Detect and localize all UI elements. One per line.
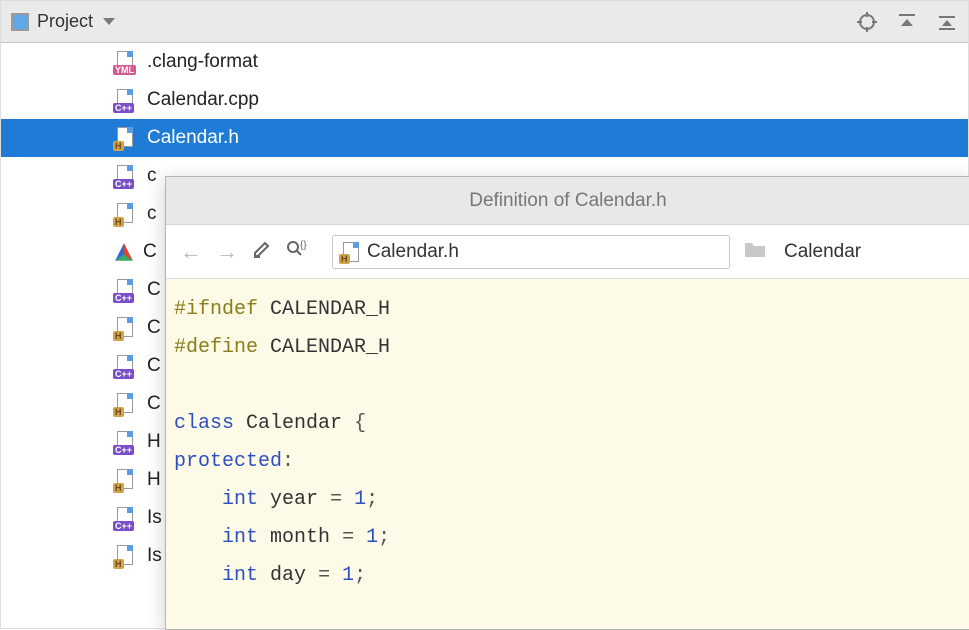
folder-icon: [744, 240, 766, 263]
file-name-label: C: [147, 393, 161, 415]
file-item[interactable]: C++ Calendar.cpp: [1, 81, 968, 119]
h-file-icon: H: [113, 203, 139, 225]
file-item[interactable]: H Calendar.h: [1, 119, 968, 157]
file-name-label: C: [147, 355, 161, 377]
file-item[interactable]: YML .clang-format: [1, 43, 968, 81]
breadcrumb-text[interactable]: Calendar: [784, 241, 861, 263]
project-view-icon: [11, 13, 29, 31]
back-arrow-icon[interactable]: ←: [180, 239, 202, 265]
file-path-field[interactable]: H Calendar.h: [332, 235, 730, 269]
locate-icon[interactable]: [856, 11, 878, 33]
cpp-file-icon: C++: [113, 355, 139, 377]
dropdown-chevron-icon[interactable]: [103, 18, 115, 25]
h-file-icon: H: [113, 317, 139, 339]
file-name-label: Is: [147, 545, 162, 567]
file-name-label: C: [143, 241, 157, 263]
code-view[interactable]: #ifndef CALENDAR_H #define CALENDAR_H cl…: [166, 279, 969, 629]
popup-toolbar: ← → {} H Calendar.h Calendar: [166, 225, 969, 279]
file-name-label: .clang-format: [147, 51, 258, 73]
file-name-label: Calendar.cpp: [147, 89, 259, 111]
svg-text:{}: {}: [300, 240, 307, 251]
file-path-text: Calendar.h: [367, 241, 459, 263]
popup-title: Definition of Calendar.h: [166, 177, 969, 225]
file-name-label: Is: [147, 507, 162, 529]
cpp-file-icon: C++: [113, 165, 139, 187]
cmake-icon: [113, 241, 135, 263]
cpp-file-icon: C++: [113, 89, 139, 111]
definition-popup: Definition of Calendar.h ← → {} H Calend…: [165, 176, 969, 630]
h-file-icon: H: [113, 127, 139, 149]
h-file-icon: H: [113, 545, 139, 567]
h-file-icon: H: [113, 393, 139, 415]
h-file-icon: H: [339, 242, 363, 262]
cpp-file-icon: C++: [113, 431, 139, 453]
forward-arrow-icon[interactable]: →: [216, 239, 238, 265]
file-name-label: C: [147, 279, 161, 301]
file-name-label: H: [147, 469, 161, 491]
edit-icon[interactable]: [252, 239, 272, 264]
find-icon[interactable]: {}: [286, 239, 308, 264]
yml-file-icon: YML: [113, 51, 139, 73]
file-name-label: H: [147, 431, 161, 453]
cpp-file-icon: C++: [113, 279, 139, 301]
project-toolbar: Project: [1, 1, 968, 43]
settings-icon[interactable]: [936, 11, 958, 33]
file-name-label: C: [147, 317, 161, 339]
collapse-all-icon[interactable]: [896, 11, 918, 33]
project-title[interactable]: Project: [37, 11, 93, 32]
file-name-label: c: [147, 165, 157, 187]
h-file-icon: H: [113, 469, 139, 491]
cpp-file-icon: C++: [113, 507, 139, 529]
file-name-label: Calendar.h: [147, 127, 239, 149]
file-name-label: c: [147, 203, 157, 225]
